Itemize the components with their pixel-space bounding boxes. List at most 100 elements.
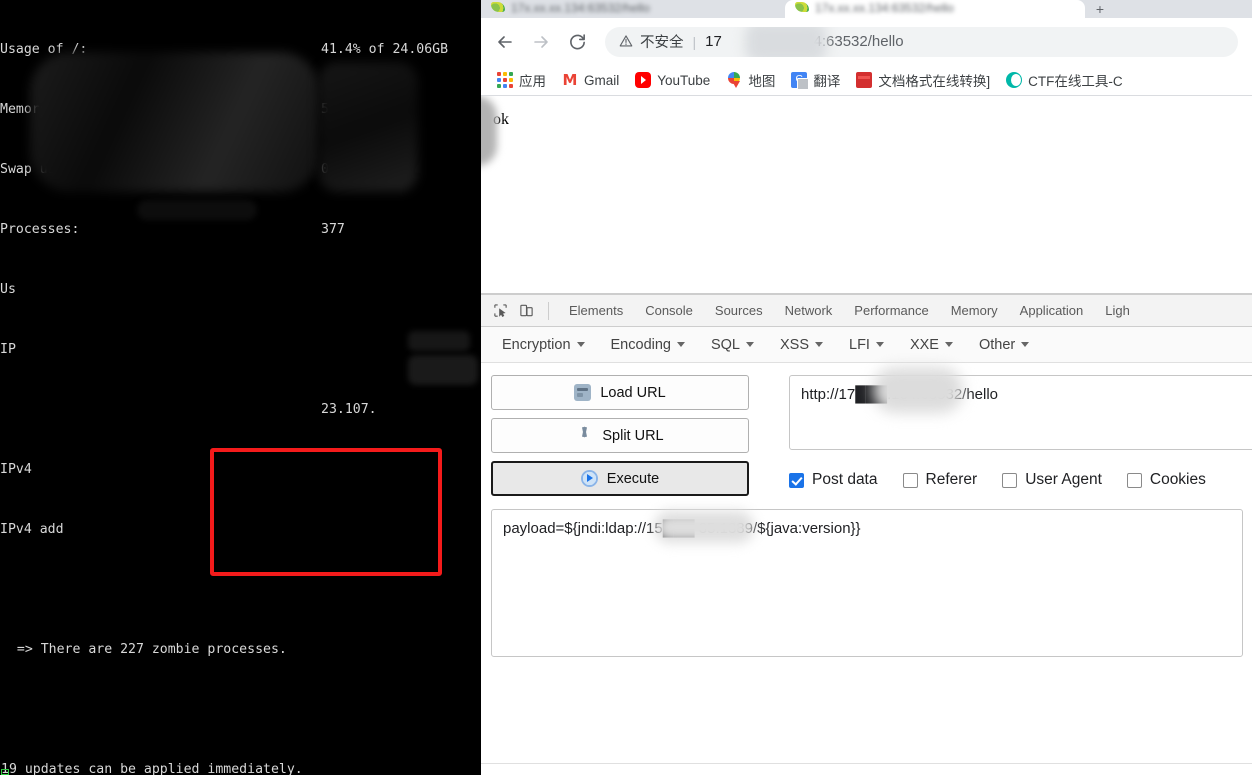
devtools-tab-bar: Elements Console Sources Network Perform… — [481, 295, 1252, 327]
hackbar-menu-sql[interactable]: SQL — [698, 331, 767, 359]
chevron-down-icon — [944, 342, 953, 347]
hackbar-menu-encoding[interactable]: Encoding — [598, 331, 698, 359]
stat-value: 0% — [321, 162, 337, 177]
terminal-stat-row: 23.107. — [0, 400, 481, 420]
bookmark-youtube[interactable]: YouTube — [627, 69, 718, 91]
checkbox-box[interactable] — [789, 472, 804, 488]
bookmarks-bar: 应用 M Gmail YouTube 地图 G 翻译 文档格式在线转换] CTF… — [481, 65, 1252, 96]
post-data-input[interactable] — [491, 509, 1243, 657]
payload-redaction-blur — [654, 511, 754, 543]
button-label: Execute — [606, 470, 660, 487]
device-toolbar-icon[interactable] — [513, 299, 539, 323]
chevron-down-icon — [576, 342, 585, 347]
bookmark-label: CTF在线工具-C — [1028, 74, 1123, 89]
forward-button[interactable] — [525, 26, 557, 58]
youtube-icon — [635, 72, 652, 88]
terminal-window[interactable]: Usage of /: 41.4% of 24.06GB Memory usage… — [0, 0, 481, 775]
browser-tab[interactable]: 17x.xx.xx.134:63532/hello — [481, 0, 781, 18]
checkbox-box[interactable] — [902, 472, 918, 488]
ctf-moon-icon — [1006, 72, 1023, 88]
terminal-stat-row: Us — [0, 280, 481, 300]
bookmark-ctf-tools[interactable]: CTF在线工具-C — [998, 67, 1131, 93]
browser-window: 17x.xx.xx.134:63532/hello 17x.xx.xx.134:… — [481, 0, 1252, 775]
devtools-tab-elements[interactable]: Elements — [558, 295, 634, 326]
bookmark-translate[interactable]: G 翻译 — [783, 67, 848, 93]
user-agent-checkbox[interactable]: User Agent — [1002, 471, 1102, 489]
checkbox-box[interactable] — [1126, 472, 1142, 488]
terminal-cursor — [1, 769, 9, 775]
execute-button[interactable]: Execute — [491, 461, 749, 496]
bookmark-label: 应用 — [519, 74, 546, 89]
google-translate-icon: G — [791, 72, 810, 90]
menu-label: SQL — [710, 336, 740, 353]
bookmark-gmail[interactable]: M Gmail — [554, 69, 627, 91]
bookmark-label: 翻译 — [813, 74, 841, 89]
devtools-tab-sources[interactable]: Sources — [704, 295, 774, 326]
terminal-stat-row: Processes: 377 — [0, 220, 481, 240]
bookmark-doc-converter[interactable]: 文档格式在线转换] — [848, 67, 998, 93]
devtools-tab-performance[interactable]: Performance — [843, 295, 939, 326]
reload-button[interactable] — [561, 26, 593, 58]
load-url-icon — [574, 384, 592, 401]
terminal-updates-line: 19 updates can be applied immediately. — [1, 762, 303, 775]
browser-tab-active[interactable]: 17x.xx.xx.134:63532/hello — [785, 0, 1085, 18]
chevron-down-icon — [746, 342, 754, 347]
address-bar[interactable]: 不安全 | 17134:63532/hello — [605, 26, 1238, 57]
devtools-tab-application[interactable]: Application — [1009, 295, 1095, 326]
stat-value: 51% — [321, 102, 345, 117]
tab-title: 17x.xx.xx.134:63532/hello — [815, 1, 954, 15]
stat-label: Processes: — [0, 222, 80, 237]
stat-value: 41.4% of 24.06GB — [321, 42, 449, 57]
tab-title: 17x.xx.xx.134:63532/hello — [511, 1, 650, 15]
red-box-icon — [856, 72, 873, 88]
bookmark-label: Gmail — [584, 72, 620, 88]
stat-label: IPv4 — [0, 462, 32, 477]
button-label: Split URL — [602, 427, 664, 444]
menu-label: LFI — [849, 336, 870, 353]
browser-tab[interactable] — [1089, 0, 1252, 18]
hackbar-menu-lfi[interactable]: LFI — [836, 331, 897, 359]
post-data-checkbox[interactable]: Post data — [789, 471, 878, 489]
back-button[interactable] — [489, 26, 521, 58]
stat-label: Usage of /: — [0, 42, 88, 57]
devtools-tab-memory[interactable]: Memory — [940, 295, 1009, 326]
inspect-element-icon[interactable] — [487, 299, 513, 323]
tab-favicon-icon — [491, 2, 505, 12]
hackbar-menu-xxe[interactable]: XXE — [897, 331, 966, 359]
toolbar-divider — [548, 301, 549, 320]
bookmark-maps[interactable]: 地图 — [718, 67, 783, 93]
terminal-stat-row: Memory usage: 51% — [0, 100, 481, 120]
url-redaction-blur — [745, 26, 827, 57]
omnibox-divider: | — [692, 33, 697, 50]
devtools-tab-console[interactable]: Console — [634, 295, 704, 326]
hackbar-menu-other[interactable]: Other — [966, 331, 1042, 359]
checkbox-label: User Agent — [1025, 471, 1102, 488]
security-status-label: 不安全 — [640, 35, 684, 51]
menu-label: Other — [978, 336, 1016, 353]
execute-play-icon — [580, 470, 598, 487]
hackbar-menu-encryption[interactable]: Encryption — [489, 331, 598, 359]
hackbar-menu-xss[interactable]: XSS — [767, 331, 836, 359]
new-tab-button[interactable]: + — [1093, 2, 1107, 16]
url-port-path: :63532/hello — [821, 33, 904, 50]
hackbar-body: Load URL Split URL Execute http://17███.… — [481, 363, 1252, 496]
button-label: Load URL — [600, 384, 666, 401]
stat-label: IPv4 add — [0, 522, 64, 537]
menu-label: Encryption — [502, 336, 571, 353]
chevron-down-icon — [1021, 342, 1030, 347]
terminal-output: Usage of /: 41.4% of 24.06GB Memory usage… — [0, 0, 481, 775]
devtools-tab-network[interactable]: Network — [774, 295, 844, 326]
devtools-tab-lighthouse[interactable]: Ligh — [1094, 295, 1141, 326]
url-input[interactable] — [789, 375, 1252, 450]
load-url-button[interactable]: Load URL — [491, 375, 749, 410]
bookmark-apps[interactable]: 应用 — [489, 67, 554, 93]
menu-label: XXE — [909, 336, 939, 353]
stat-label: IP — [0, 342, 16, 357]
maps-pin-icon — [726, 72, 742, 88]
referer-checkbox[interactable]: Referer — [902, 471, 977, 489]
cookies-checkbox[interactable]: Cookies — [1126, 471, 1206, 489]
checkbox-label: Post data — [812, 471, 878, 488]
split-url-button[interactable]: Split URL — [491, 418, 749, 453]
checkbox-box[interactable] — [1002, 472, 1018, 488]
payload-field-wrapper — [491, 509, 1243, 662]
